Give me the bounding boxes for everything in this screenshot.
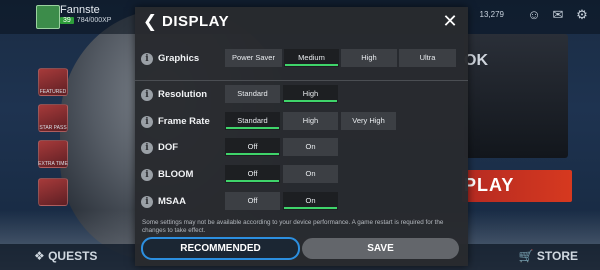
- resolution-row: i Resolution Standard High: [135, 85, 468, 107]
- dof-option-off[interactable]: Off: [225, 138, 280, 156]
- frame-rate-row: i Frame Rate Standard High Very High: [135, 112, 468, 134]
- graphics-option-power-saver[interactable]: Power Saver: [225, 49, 282, 67]
- dof-label: DOF: [158, 142, 179, 153]
- info-icon[interactable]: i: [141, 116, 153, 128]
- play-label: PLAY: [464, 175, 515, 195]
- graphics-row: i Graphics Power Saver Medium High Ultra: [135, 49, 468, 71]
- mail-icon[interactable]: ✉: [550, 7, 566, 23]
- graphics-option-medium[interactable]: Medium: [284, 49, 339, 67]
- performance-notice: Some settings may not be available accor…: [142, 219, 444, 234]
- player-name: Fannste: [60, 4, 100, 16]
- player-avatar[interactable]: [36, 5, 60, 29]
- store-label: STORE: [536, 249, 578, 263]
- graphics-option-high[interactable]: High: [341, 49, 397, 67]
- frame-rate-option-very-high[interactable]: Very High: [341, 112, 396, 130]
- info-icon[interactable]: i: [141, 169, 153, 181]
- info-icon[interactable]: i: [141, 89, 153, 101]
- extra-time-tile-label: EXTRA TIME: [38, 161, 68, 167]
- msaa-option-on[interactable]: On: [283, 192, 338, 210]
- settings-gear-icon[interactable]: ⚙: [574, 7, 590, 23]
- save-button[interactable]: SAVE: [302, 238, 459, 259]
- featured-tile-label: FEATURED: [39, 89, 67, 95]
- coin-balance: 13,279: [479, 10, 504, 19]
- bloom-label: BLOOM: [158, 169, 194, 180]
- section-divider: [135, 80, 468, 81]
- graphics-label: Graphics: [158, 53, 200, 64]
- store-button[interactable]: 🛒 STORE: [519, 249, 578, 263]
- frame-rate-option-standard[interactable]: Standard: [225, 112, 280, 130]
- info-icon[interactable]: i: [141, 196, 153, 208]
- bloom-option-on[interactable]: On: [283, 165, 338, 183]
- friends-icon[interactable]: ☺: [526, 7, 542, 23]
- resolution-option-standard[interactable]: Standard: [225, 85, 280, 103]
- msaa-label: MSAA: [158, 196, 186, 207]
- frame-rate-option-high[interactable]: High: [283, 112, 338, 130]
- bloom-option-off[interactable]: Off: [225, 165, 280, 183]
- recommended-button[interactable]: RECOMMENDED: [141, 237, 300, 260]
- resolution-label: Resolution: [158, 89, 208, 100]
- modal-title: DISPLAY: [162, 13, 230, 30]
- quests-button[interactable]: ❖ QUESTS: [34, 249, 97, 263]
- msaa-row: i MSAA Off On: [135, 192, 468, 214]
- player-xp: 39 784/000XP: [60, 17, 111, 24]
- info-icon[interactable]: i: [141, 53, 153, 65]
- player-xp-value: 784/000XP: [76, 17, 112, 24]
- chevron-left-icon[interactable]: ❮: [141, 12, 159, 32]
- bloom-row: i BLOOM Off On: [135, 165, 468, 187]
- star-pass-tile-label: STAR PASS: [39, 125, 67, 131]
- msaa-option-off[interactable]: Off: [225, 192, 280, 210]
- dof-row: i DOF Off On: [135, 138, 468, 160]
- gift-tile[interactable]: [38, 178, 68, 206]
- display-settings-modal: ❮ DISPLAY ✕ i Graphics Power Saver Mediu…: [135, 7, 468, 266]
- dof-option-on[interactable]: On: [283, 138, 338, 156]
- modal-header: ❮ DISPLAY ✕: [135, 7, 468, 37]
- graphics-option-ultra[interactable]: Ultra: [399, 49, 456, 67]
- info-icon[interactable]: i: [141, 142, 153, 154]
- player-level-badge: 39: [60, 17, 74, 24]
- close-icon[interactable]: ✕: [441, 11, 459, 31]
- top-icons: ☺ ✉ ⚙: [526, 7, 590, 23]
- resolution-option-high[interactable]: High: [283, 85, 338, 103]
- quests-label: QUESTS: [48, 249, 98, 263]
- frame-rate-label: Frame Rate: [158, 116, 210, 127]
